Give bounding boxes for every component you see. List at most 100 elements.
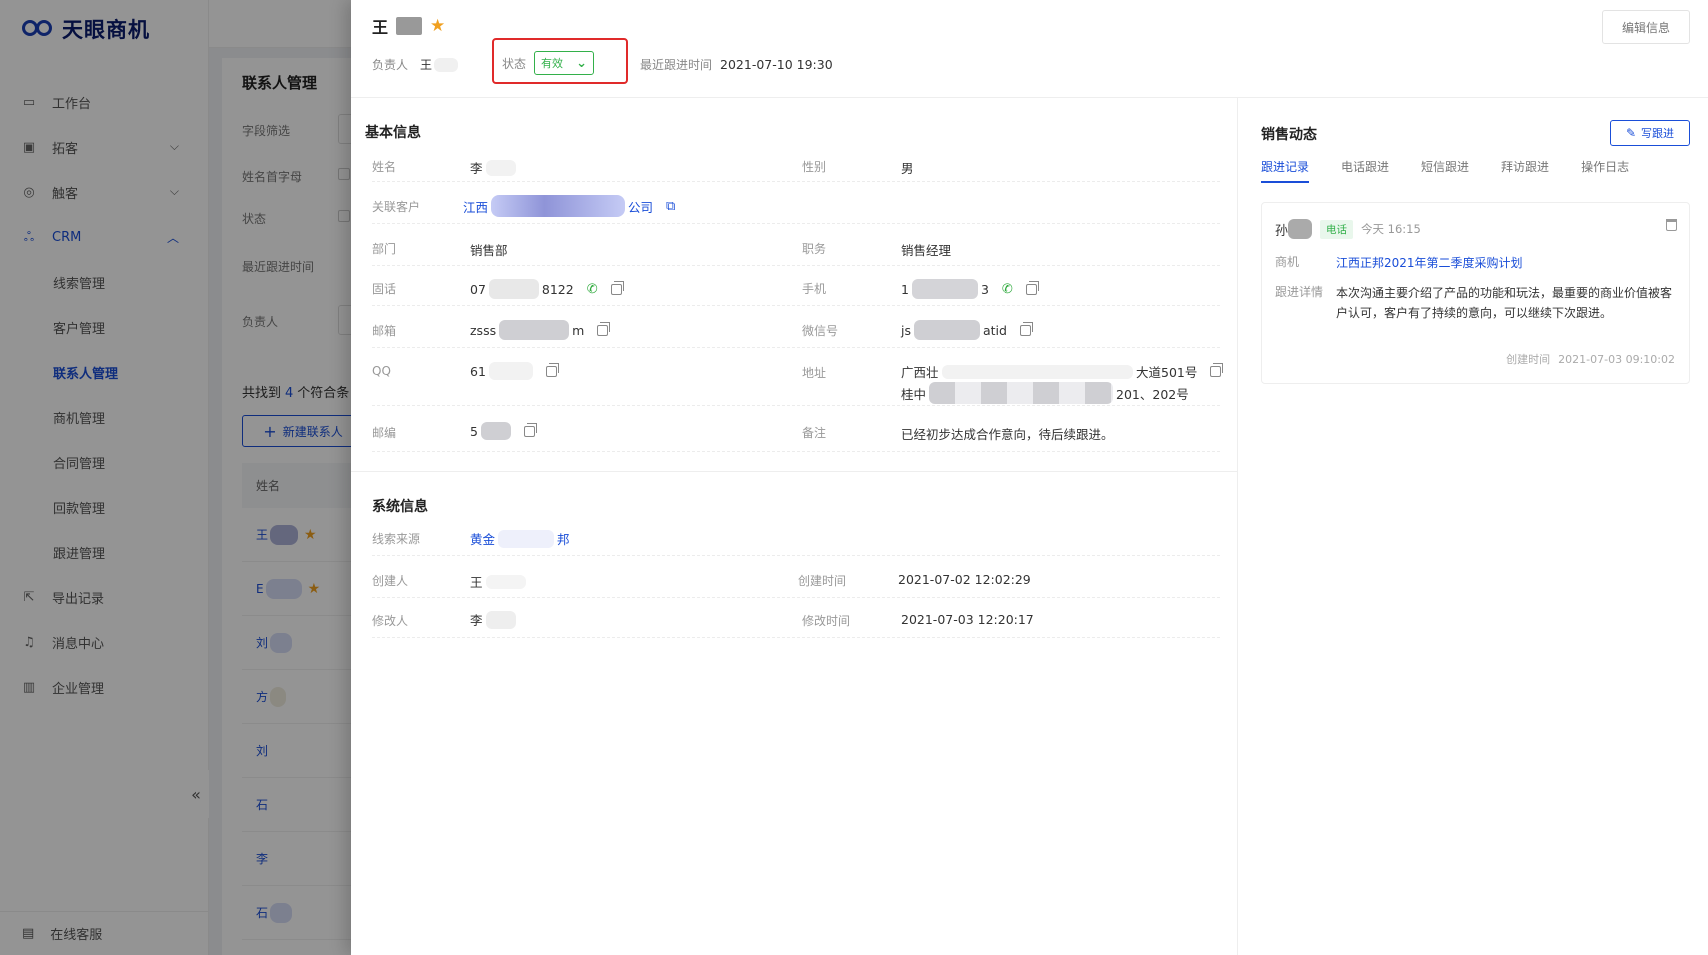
redacted bbox=[396, 17, 423, 35]
status-field: 状态 有效 ⌄ bbox=[502, 51, 595, 75]
landline-value: 07 8122 ✆ bbox=[470, 279, 624, 299]
wechat-suffix: atid bbox=[983, 322, 1007, 338]
record-person: 孙 bbox=[1275, 223, 1289, 239]
copy-icon[interactable] bbox=[545, 362, 559, 377]
wechat-value: js atid bbox=[901, 320, 1033, 340]
gender-value: 男 bbox=[901, 161, 914, 176]
address-value-line1: 广西壮 大道501号 bbox=[901, 362, 1223, 381]
record-time: 今天 16:15 bbox=[1361, 222, 1421, 236]
wechat-label: 微信号 bbox=[802, 324, 839, 338]
sales-activity-title: 销售动态 bbox=[1261, 127, 1317, 143]
external-link-icon[interactable]: ⧉ bbox=[666, 199, 675, 214]
field-row: 固话 07 8122 ✆ 手机 1 3 ✆ bbox=[372, 266, 1220, 306]
tab-phone-followup[interactable]: 电话跟进 bbox=[1341, 158, 1389, 183]
phone-icon[interactable]: ✆ bbox=[1002, 282, 1013, 297]
remark-value: 已经初步达成合作意向，待后续跟进。 bbox=[901, 427, 1114, 442]
mobile-prefix: 1 bbox=[901, 281, 909, 297]
star-icon[interactable]: ★ bbox=[430, 16, 445, 36]
write-followup-button[interactable]: ✎ 写跟进 bbox=[1610, 120, 1690, 146]
redacted bbox=[488, 279, 539, 299]
redacted bbox=[485, 574, 526, 589]
redacted bbox=[485, 159, 516, 176]
last-follow-time: 最近跟进时间 2021-07-10 19:30 bbox=[640, 56, 833, 73]
detail-label: 跟进详情 bbox=[1275, 285, 1324, 299]
modifier-label: 修改人 bbox=[372, 614, 409, 628]
qq-text: 61 bbox=[470, 363, 486, 379]
activity-tabs: 跟进记录 电话跟进 短信跟进 拜访跟进 操作日志 bbox=[1261, 158, 1629, 183]
tab-operation-log[interactable]: 操作日志 bbox=[1581, 158, 1629, 183]
field-row: 邮箱 zsss m 微信号 js atid bbox=[372, 306, 1220, 348]
copy-icon[interactable] bbox=[1019, 321, 1033, 336]
record-created: 创建时间 2021-07-03 09:10:02 bbox=[1506, 351, 1675, 367]
lead-source-link[interactable]: 黄金 邦 bbox=[470, 529, 570, 548]
redacted bbox=[1288, 219, 1313, 239]
followup-record-card: 孙 电话 今天 16:15 商机 江西正邦2021年第二季度采购计划 跟进详情 … bbox=[1261, 202, 1690, 384]
address-value-line2: 桂中 201、202号 bbox=[901, 382, 1189, 404]
phone-icon[interactable]: ✆ bbox=[587, 282, 598, 297]
edit-info-button[interactable]: 编辑信息 bbox=[1602, 10, 1690, 44]
name-value: 李 bbox=[470, 158, 516, 177]
redacted bbox=[434, 57, 459, 72]
field-row: 修改人 李 修改时间 2021-07-03 12:20:17 bbox=[372, 598, 1220, 638]
status-label: 状态 bbox=[502, 56, 527, 71]
redacted bbox=[941, 364, 1134, 379]
customer-prefix: 江西 bbox=[463, 199, 489, 215]
department-value: 销售部 bbox=[470, 243, 508, 258]
field-row: 创建人 王 创建时间 2021-07-02 12:02:29 bbox=[372, 556, 1220, 598]
landline-suffix: 8122 bbox=[541, 281, 574, 297]
opportunity-label: 商机 bbox=[1275, 255, 1300, 269]
copy-icon[interactable] bbox=[1025, 280, 1039, 295]
created-time-label: 创建时间 bbox=[798, 574, 847, 588]
field-row: 关联客户 江西 公司 ⧉ bbox=[372, 182, 1220, 224]
field-row: 线索来源 黄金 邦 bbox=[372, 520, 1220, 556]
record-opportunity: 商机 江西正邦2021年第二季度采购计划 bbox=[1275, 253, 1676, 273]
address-label: 地址 bbox=[802, 366, 827, 380]
customer-link[interactable]: 江西 公司 ⧉ bbox=[463, 195, 675, 217]
copy-icon[interactable] bbox=[523, 422, 537, 437]
creator-value: 王 bbox=[470, 572, 526, 591]
created-time-value: 2021-07-02 12:02:29 bbox=[898, 572, 1031, 587]
wechat-prefix: js bbox=[901, 322, 911, 338]
redacted bbox=[488, 362, 533, 380]
copy-icon[interactable] bbox=[610, 280, 624, 295]
lead-source-suffix: 邦 bbox=[557, 532, 570, 547]
job-title-label: 职务 bbox=[802, 242, 827, 256]
qq-value: 61 bbox=[470, 362, 559, 380]
copy-icon[interactable] bbox=[597, 321, 611, 336]
basic-info-title: 基本信息 bbox=[365, 125, 421, 141]
tab-visit-followup[interactable]: 拜访跟进 bbox=[1501, 158, 1549, 183]
name-text: 李 bbox=[470, 161, 483, 176]
field-row: QQ 61 地址 广西壮 大道501号 桂中 201、202号 bbox=[372, 348, 1223, 406]
lead-source-prefix: 黄金 bbox=[470, 532, 496, 547]
zipcode-label: 邮编 bbox=[372, 426, 397, 440]
section-divider bbox=[351, 471, 1238, 472]
write-followup-label: 写跟进 bbox=[1641, 127, 1675, 140]
tab-sms-followup[interactable]: 短信跟进 bbox=[1421, 158, 1469, 183]
delete-icon[interactable] bbox=[1666, 219, 1677, 231]
app-root: 天眼商机 ▭ 工作台 ▣ 拓客 ⌵ ◎ 触客 ⌵ ஃ CRM ︿ 线索管理 客户… bbox=[0, 0, 1708, 955]
system-info-title: 系统信息 bbox=[372, 499, 428, 515]
status-highlight: 状态 有效 ⌄ bbox=[492, 38, 628, 84]
record-detail: 跟进详情 本次沟通主要介绍了产品的功能和玩法，最重要的商业价值被客户认可，客户有… bbox=[1275, 283, 1676, 323]
email-label: 邮箱 bbox=[372, 324, 397, 338]
tab-followup-records[interactable]: 跟进记录 bbox=[1261, 158, 1310, 183]
modified-time-label: 修改时间 bbox=[802, 614, 851, 628]
status-select[interactable]: 有效 ⌄ bbox=[534, 51, 595, 75]
address-line1-suffix: 大道501号 bbox=[1136, 365, 1198, 380]
customer-label: 关联客户 bbox=[372, 200, 421, 214]
detail-value: 本次沟通主要介绍了产品的功能和玩法，最重要的商业价值被客户认可，客户有了持续的意… bbox=[1336, 286, 1673, 320]
record-created-label: 创建时间 bbox=[1506, 353, 1551, 366]
opportunity-link[interactable]: 江西正邦2021年第二季度采购计划 bbox=[1336, 253, 1676, 273]
email-prefix: zsss bbox=[470, 322, 497, 338]
field-row: 邮编 5 备注 已经初步达成合作意向，待后续跟进。 bbox=[372, 406, 1220, 452]
drawer-header: 王 ★ 负责人 王 状态 有效 ⌄ 最近跟进时间 2021-07-10 19:3… bbox=[351, 0, 1708, 98]
modifier-text: 李 bbox=[470, 613, 483, 628]
name-label: 姓名 bbox=[372, 160, 397, 174]
landline-prefix: 07 bbox=[470, 281, 486, 297]
redacted bbox=[498, 529, 555, 548]
creator-text: 王 bbox=[470, 575, 483, 590]
copy-icon[interactable] bbox=[1210, 363, 1223, 377]
contact-name: 王 ★ bbox=[372, 14, 445, 38]
field-row: 部门 销售部 职务 销售经理 bbox=[372, 224, 1220, 266]
gender-label: 性别 bbox=[802, 160, 827, 174]
